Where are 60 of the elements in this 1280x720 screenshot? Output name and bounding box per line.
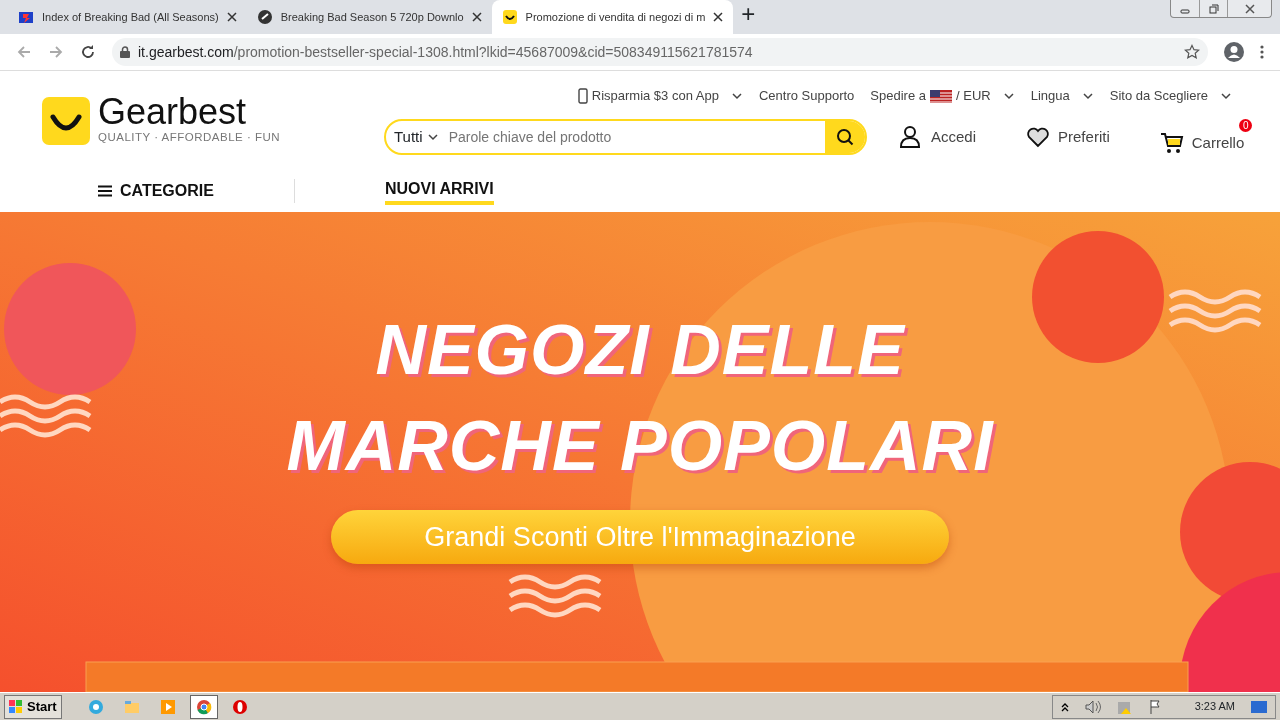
banner-heading: MARCHE POPOLARI [286, 406, 994, 487]
top-link[interactable]: Centro Supporto [758, 86, 855, 106]
top-link[interactable]: Sito da Scegliere [1109, 86, 1232, 106]
header-action[interactable]: Carrello 0 [1159, 119, 1253, 155]
media-player-icon [159, 698, 176, 715]
top-link[interactable]: Spedire a / EUR [870, 86, 1015, 106]
lock-icon [120, 46, 130, 58]
flag-icon [930, 89, 952, 103]
close-icon[interactable] [713, 12, 724, 22]
close-icon[interactable] [226, 12, 237, 22]
heart-icon [1026, 125, 1051, 149]
smile-icon [501, 9, 518, 25]
start-button[interactable]: Start [4, 694, 62, 719]
browser-tab[interactable]: Promozione di vendita di negozi di m [491, 0, 734, 34]
smile-icon [42, 97, 90, 145]
new-tab-button[interactable]: + [741, 2, 756, 26]
search-button[interactable] [825, 121, 865, 153]
chevron-up-icon[interactable] [1060, 701, 1069, 712]
phone-icon [577, 88, 588, 104]
taskbar-app[interactable] [189, 694, 218, 719]
menu-icon [98, 185, 112, 197]
desktop-icon[interactable] [1251, 700, 1267, 713]
logo-tagline: QUALITY · AFFORDABLE · FUN [98, 130, 281, 146]
top-link[interactable]: Risparmia $3 con App [577, 86, 743, 106]
cart-count: 0 [1239, 119, 1253, 132]
user-icon [899, 125, 923, 149]
caret-icon [426, 132, 439, 142]
browser-tab[interactable]: Breaking Bad Season 5 720p Downlo [246, 0, 492, 34]
banner-heading: NEGOZI DELLE [375, 310, 905, 391]
browser-tab[interactable]: Index of Breaking Bad (All Seasons) [8, 0, 247, 34]
folder-icon [123, 698, 140, 715]
search-icon [836, 128, 854, 146]
menu-icon[interactable] [1260, 44, 1264, 60]
star-icon[interactable] [1184, 44, 1200, 60]
clock: 3:23 AM [1194, 699, 1235, 715]
tab-title: Promozione di vendita di negozi di m [525, 9, 706, 25]
category-dropdown[interactable]: Tutti [386, 125, 447, 149]
close-icon[interactable] [1244, 3, 1255, 14]
speaker-icon[interactable] [1084, 699, 1101, 714]
shield-icon [256, 9, 273, 25]
chrome-icon [195, 698, 212, 715]
tab-title: Index of Breaking Bad (All Seasons) [42, 9, 219, 25]
search-field[interactable]: Tutti Parole chiave del prodotto [384, 119, 867, 155]
reload-icon[interactable] [80, 44, 96, 60]
nav-link[interactable]: CATEGORIE [98, 179, 214, 203]
top-link[interactable]: Lingua [1030, 86, 1094, 106]
browser-icon [87, 698, 104, 715]
opera-icon [231, 698, 248, 715]
nav-link[interactable]: NUOVI ARRIVI [384, 177, 494, 205]
windows-icon [9, 699, 23, 714]
close-icon[interactable] [471, 12, 482, 22]
flag-icon[interactable] [1148, 698, 1163, 715]
header-action[interactable]: Preferiti [1026, 125, 1110, 149]
cart-icon [1159, 131, 1184, 155]
logo-text: Gearbest [98, 95, 248, 130]
tab-title: Breaking Bad Season 5 720p Downlo [280, 9, 464, 25]
tv-icon [18, 9, 34, 25]
account-icon[interactable] [1224, 42, 1244, 62]
header-action[interactable]: Accedi [899, 125, 977, 149]
restore-icon[interactable] [1208, 3, 1219, 14]
